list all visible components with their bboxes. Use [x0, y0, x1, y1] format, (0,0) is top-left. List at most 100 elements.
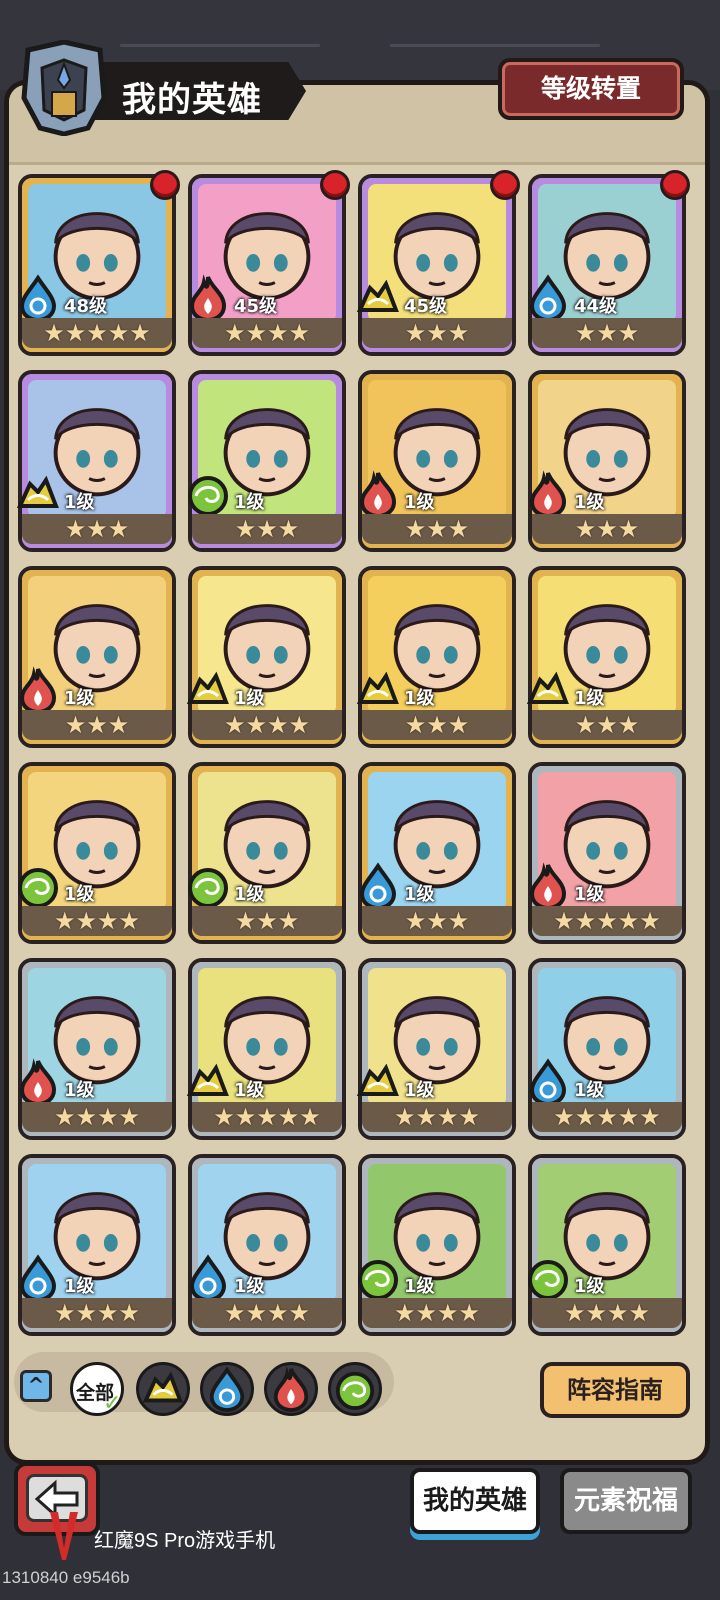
hero-card[interactable]: 1级 ★★★★: [18, 762, 176, 944]
hero-card[interactable]: 1级 ★★★: [16, 370, 176, 552]
hero-card[interactable]: 48级 ★★★★★: [16, 170, 180, 356]
lineup-guide-button[interactable]: 阵容指南: [540, 1362, 690, 1418]
device-watermark: 红魔9S Pro游戏手机: [94, 1530, 276, 1552]
hero-card[interactable]: 1级 ★★★: [358, 370, 516, 552]
tab-element-blessing[interactable]: 元素祝福: [560, 1468, 692, 1534]
star-icons: ★★★: [574, 319, 640, 347]
star-icons: ★★★: [404, 319, 470, 347]
element-water-icon: [16, 274, 60, 323]
star-icons: ★★★★★: [553, 907, 661, 935]
element-water-icon: [526, 274, 570, 323]
element-wind-icon: [356, 1254, 400, 1302]
hero-stars: ★★★★★: [532, 1102, 682, 1132]
hero-stars: ★★★★★: [22, 318, 172, 348]
hero-stars: ★★★: [22, 514, 172, 544]
hero-level: 1级: [234, 1276, 265, 1297]
hero-level: 1级: [234, 884, 265, 905]
level-reset-label: 等级转置: [540, 74, 641, 103]
element-water-icon: [206, 1366, 248, 1416]
hero-level: 1级: [64, 492, 95, 513]
star-icons: ★★★: [234, 907, 300, 935]
hero-stars: ★★★★: [192, 1298, 342, 1328]
hero-card[interactable]: 1级 ★★★: [358, 762, 516, 944]
filter-fire-button[interactable]: [264, 1362, 318, 1416]
new-notification-dot: [660, 170, 690, 200]
hero-card[interactable]: 1级 ★★★★: [528, 1154, 686, 1336]
hero-level: 45级: [234, 296, 278, 317]
element-water-icon: [186, 1254, 230, 1303]
hero-stars: ★★★: [362, 906, 512, 936]
element-earth-icon: [16, 470, 60, 518]
element-earth-icon: [356, 666, 400, 714]
hero-card[interactable]: 1级 ★★★: [18, 566, 176, 748]
star-icons: ★★★: [404, 515, 470, 543]
element-fire-icon: [356, 470, 400, 519]
star-icons: ★★★: [574, 711, 640, 739]
tab-my-heroes[interactable]: 我的英雄: [410, 1468, 540, 1534]
title-area: 我的英雄: [14, 40, 306, 136]
hero-card[interactable]: 1级 ★★★★: [18, 958, 176, 1140]
hero-level: 1级: [404, 1276, 435, 1297]
element-wind-icon: [186, 470, 230, 518]
element-earth-icon: [186, 666, 230, 714]
hero-stars: ★★★: [362, 710, 512, 740]
element-fire-icon: [526, 862, 570, 911]
element-fire-icon: [16, 1058, 60, 1107]
star-icons: ★★★★★: [553, 1103, 661, 1131]
hero-card[interactable]: 44级 ★★★: [526, 170, 690, 356]
star-icons: ★★★★: [393, 1103, 481, 1131]
hero-stars: ★★★: [362, 318, 512, 348]
lineup-guide-label: 阵容指南: [567, 1376, 663, 1404]
filter-water-button[interactable]: [200, 1362, 254, 1416]
hero-level: 1级: [234, 1080, 265, 1101]
filter-all-button[interactable]: 全部 ✓: [70, 1362, 124, 1416]
hero-card[interactable]: 1级 ★★★: [188, 370, 346, 552]
hero-stars: ★★★★★: [532, 906, 682, 936]
filter-wind-button[interactable]: [328, 1362, 382, 1416]
hero-card[interactable]: 1级 ★★★: [188, 762, 346, 944]
star-icons: ★★★★: [53, 907, 141, 935]
hero-level: 1级: [234, 492, 265, 513]
hero-card[interactable]: 1级 ★★★★: [186, 566, 346, 748]
hero-card[interactable]: 45级 ★★★★: [188, 170, 350, 356]
hero-card[interactable]: 1级 ★★★: [526, 566, 686, 748]
helmet-icon: [21, 40, 107, 136]
level-reset-button[interactable]: 等级转置: [498, 58, 684, 120]
new-notification-dot: [150, 170, 180, 200]
hero-card[interactable]: 45级 ★★★: [356, 170, 520, 356]
hero-stars: ★★★★: [362, 1298, 512, 1328]
hero-card[interactable]: 1级 ★★★★★: [528, 762, 686, 944]
collapse-up-icon[interactable]: ^: [20, 1370, 52, 1402]
hero-level: 1级: [574, 492, 605, 513]
hero-stars: ★★★: [532, 318, 682, 348]
star-icons: ★★★: [404, 907, 470, 935]
hero-card[interactable]: 1级 ★★★: [528, 370, 686, 552]
element-fire-icon: [270, 1366, 312, 1416]
hero-level: 1级: [64, 1080, 95, 1101]
star-icons: ★★★★: [563, 1299, 651, 1327]
star-icons: ★★★★★: [43, 319, 151, 347]
hero-card[interactable]: 1级 ★★★★: [356, 958, 516, 1140]
hero-level: 1级: [234, 688, 265, 709]
hero-card[interactable]: 1级 ★★★★★: [186, 958, 346, 1140]
hero-card[interactable]: 1级 ★★★★: [18, 1154, 176, 1336]
hero-card[interactable]: 1级 ★★★★: [188, 1154, 346, 1336]
element-fire-icon: [526, 470, 570, 519]
element-earth-icon: [186, 1058, 230, 1106]
element-earth-icon: [356, 274, 400, 322]
hero-stars: ★★★★: [22, 1102, 172, 1132]
element-wind-icon: [16, 862, 60, 910]
filter-earth-button[interactable]: [136, 1362, 190, 1416]
star-icons: ★★★★: [393, 1299, 481, 1327]
device-id-text: 1310840 e9546b: [2, 1568, 130, 1587]
hero-card[interactable]: 1级 ★★★★★: [528, 958, 686, 1140]
element-wind-icon: [526, 1254, 570, 1302]
hero-stars: ★★★: [532, 514, 682, 544]
hero-card[interactable]: 1级 ★★★: [356, 566, 516, 748]
hero-level: 1级: [574, 688, 605, 709]
hero-stars: ★★★: [192, 514, 342, 544]
star-icons: ★★★: [64, 515, 130, 543]
page-title: 我的英雄: [122, 80, 262, 120]
hero-card[interactable]: 1级 ★★★★: [358, 1154, 516, 1336]
hero-level: 48级: [64, 296, 108, 317]
